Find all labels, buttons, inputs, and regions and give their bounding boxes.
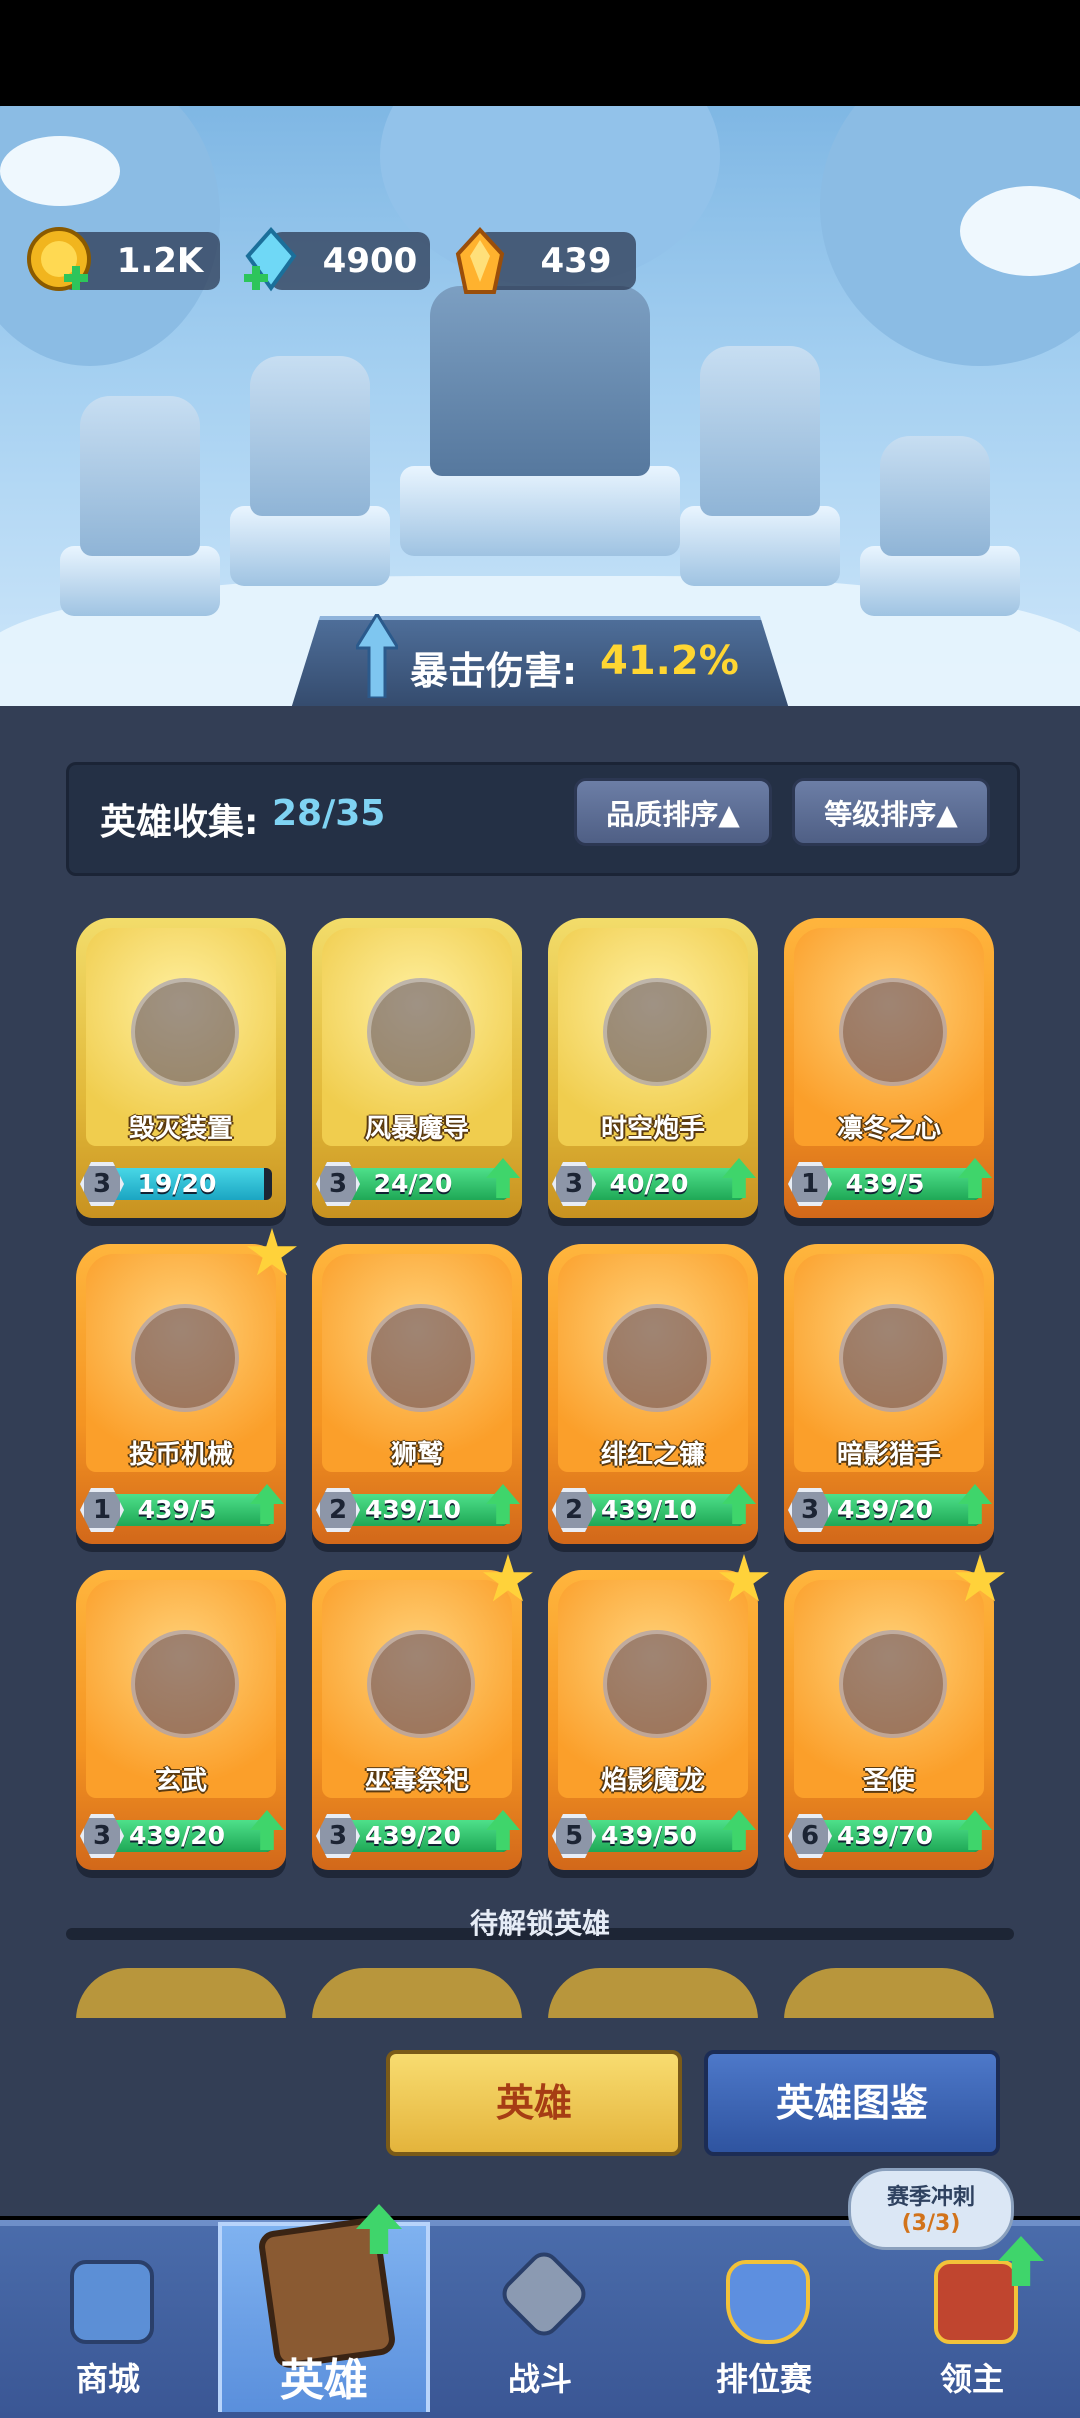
- locked-hero-card[interactable]: [76, 1968, 286, 2020]
- locked-fade: [0, 2018, 1080, 2038]
- hero-name: 风暴魔导: [364, 1114, 469, 1144]
- rank-shield-icon: [726, 2260, 810, 2344]
- black-dragon-icon: [603, 1630, 711, 1738]
- hero-card[interactable]: 焰影魔龙 439/50 5: [548, 1554, 769, 1870]
- nav-shop[interactable]: 商城: [8, 2224, 208, 2412]
- crit-label: 暴击伤害:: [410, 649, 578, 693]
- crit-value: 41.2%: [600, 638, 739, 684]
- hero-name: 焰影魔龙: [600, 1766, 705, 1796]
- nav-hero-label: 英雄: [280, 2355, 368, 2406]
- hero-name: 绯红之镰: [600, 1440, 705, 1470]
- wizard-icon: [367, 978, 475, 1086]
- angel-icon: [839, 1630, 947, 1738]
- hero-card[interactable]: 狮鹫 439/10 2: [312, 1244, 522, 1544]
- hero-progress-text: 439/20: [364, 1821, 462, 1850]
- orange-crystal-icon: [440, 226, 510, 296]
- hero-name: 投币机械: [128, 1440, 233, 1470]
- gunner-icon: [603, 978, 711, 1086]
- hero-card[interactable]: 毁灭装置 19/20 3: [76, 918, 286, 1218]
- hero-name: 毁灭装置: [128, 1114, 233, 1144]
- collection-label: 英雄收集:: [100, 802, 259, 843]
- hero-card[interactable]: 圣使 439/70 6: [784, 1554, 1005, 1870]
- scythe-demon-icon: [603, 1304, 711, 1412]
- griffin-icon: [367, 1304, 475, 1412]
- shop-chest-icon: [70, 2260, 154, 2344]
- hero-progress-text: 439/10: [600, 1495, 698, 1524]
- hero-codex-button[interactable]: 英雄图鉴: [704, 2050, 1000, 2156]
- nav-lord[interactable]: 领主: [872, 2224, 1072, 2412]
- season-progress: (3/3): [901, 2211, 961, 2236]
- nav-ranked-label: 排位赛: [715, 2360, 812, 2398]
- hero-progress-text: 439/20: [836, 1495, 934, 1524]
- hero-card[interactable]: 凛冬之心 439/5 1: [784, 918, 994, 1218]
- hero-card[interactable]: 风暴魔导 24/20 3: [312, 918, 522, 1218]
- turtle-serpent-icon: [131, 1630, 239, 1738]
- collection-count: 28/35: [272, 793, 386, 834]
- hero-name: 玄武: [154, 1766, 207, 1796]
- nav-shop-label: 商城: [75, 2360, 140, 2398]
- hero-progress-text: 439/50: [600, 1821, 698, 1850]
- sort-level-button[interactable]: 等级排序▲: [792, 778, 990, 846]
- hero-progress-text: 439/5: [845, 1169, 925, 1198]
- ice-queen-icon: [839, 978, 947, 1086]
- hero-progress-text: 439/70: [836, 1821, 934, 1850]
- nav-battle-label: 战斗: [507, 2360, 572, 2398]
- hero-card[interactable]: 绯红之镰 439/10 2: [548, 1244, 758, 1544]
- nav-lord-label: 领主: [939, 2360, 1004, 2398]
- hero-progress-text: 439/20: [128, 1821, 226, 1850]
- hero-progress-text: 24/20: [373, 1169, 453, 1198]
- hero-tab-button[interactable]: 英雄: [386, 2050, 682, 2156]
- hero-card[interactable]: 玄武 439/20 3: [76, 1570, 286, 1870]
- hero-name: 巫毒祭祀: [364, 1766, 469, 1796]
- snake-priestess-icon: [367, 1630, 475, 1738]
- nav-battle[interactable]: 战斗: [440, 2224, 640, 2412]
- locked-hero-card[interactable]: [548, 1968, 758, 2020]
- hero-card[interactable]: 暗影猎手 439/20 3: [784, 1244, 994, 1544]
- castle-banner-icon: [934, 2260, 1018, 2344]
- gold-coin-plus-icon[interactable]: [26, 226, 96, 296]
- slot-machine-icon: [131, 1304, 239, 1412]
- season-title: 赛季冲刺: [886, 2185, 975, 2210]
- hero-name: 狮鹫: [390, 1440, 443, 1470]
- locked-hero-card[interactable]: [784, 1968, 994, 2020]
- shadow-hunter-icon: [839, 1304, 947, 1412]
- hero-name: 时空炮手: [600, 1114, 705, 1144]
- hero-card[interactable]: 投币机械 439/5 1: [76, 1228, 297, 1544]
- hero-name: 凛冬之心: [836, 1114, 941, 1144]
- hero-progress-text: 439/10: [364, 1495, 462, 1524]
- hero-progress-text: 19/20: [137, 1169, 217, 1198]
- nav-ranked[interactable]: 排位赛: [664, 2224, 864, 2412]
- locked-heroes-label: 待解锁英雄: [469, 1907, 610, 1940]
- season-sprint-bubble[interactable]: 赛季冲刺 (3/3): [848, 2168, 1014, 2250]
- swords-icon: [495, 2245, 593, 2343]
- hero-progress-text: 439/5: [137, 1495, 217, 1524]
- blue-crystal-plus-icon[interactable]: [236, 226, 306, 296]
- hero-card[interactable]: 巫毒祭祀 439/20 3: [312, 1554, 533, 1870]
- sort-quality-button[interactable]: 品质排序▲: [574, 778, 772, 846]
- cannon-device-icon: [131, 978, 239, 1086]
- hero-card[interactable]: 时空炮手 40/20 3: [548, 918, 758, 1218]
- hero-name: 暗影猎手: [836, 1440, 941, 1470]
- up-arrow-icon: [353, 611, 401, 700]
- locked-hero-card[interactable]: [312, 1968, 522, 2020]
- nav-hero[interactable]: 英雄: [224, 2216, 424, 2412]
- hero-progress-text: 40/20: [609, 1169, 689, 1198]
- hero-name: 圣使: [862, 1766, 915, 1796]
